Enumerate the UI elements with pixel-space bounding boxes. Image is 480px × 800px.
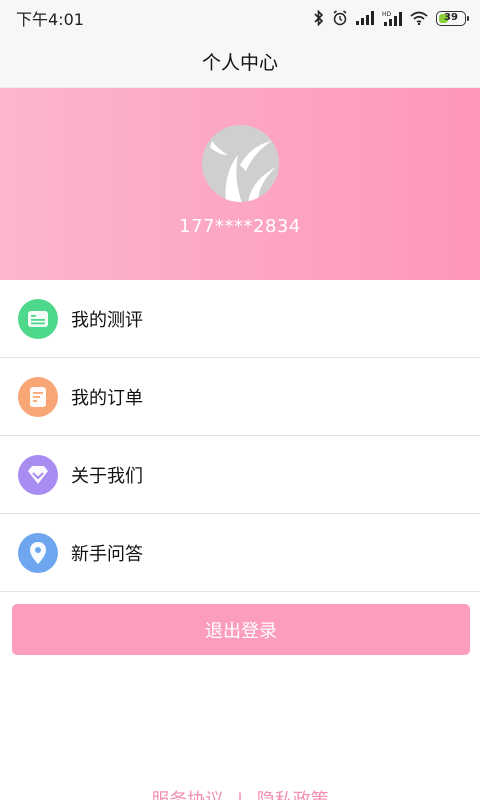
status-icons: HD 39 (314, 10, 469, 26)
status-bar: 下午4:01 HD 39 (0, 0, 480, 36)
privacy-policy-link[interactable]: 隐私政策 (257, 786, 329, 800)
bluetooth-icon (314, 10, 324, 26)
user-phone: 177****2834 (179, 216, 301, 237)
title-bar: 个人中心 (0, 36, 480, 88)
order-icon (18, 376, 58, 417)
leaf-logo-icon (202, 141, 279, 202)
menu-list: 我的测评 我的订单 关于我们 新手问答 (0, 280, 480, 592)
diamond-icon (18, 454, 58, 495)
status-time: 下午4:01 (16, 10, 84, 29)
wifi-icon (410, 11, 428, 25)
menu-label-orders: 我的订单 (71, 387, 143, 409)
menu-label-faq: 新手问答 (71, 543, 143, 565)
menu-item-faq[interactable]: 新手问答 (0, 514, 480, 592)
logout-button[interactable]: 退出登录 (12, 604, 470, 655)
alarm-icon (332, 10, 348, 26)
menu-item-orders[interactable]: 我的订单 (0, 358, 480, 436)
menu-label-evaluation: 我的测评 (71, 309, 143, 331)
footer-links: 服务协议 | 隐私政策 (0, 786, 480, 800)
page-title: 个人中心 (201, 52, 278, 74)
avatar[interactable] (202, 125, 279, 202)
evaluation-icon (18, 298, 58, 339)
battery-icon: 39 (436, 10, 469, 26)
menu-item-evaluation[interactable]: 我的测评 (0, 280, 480, 358)
profile-header: 177****2834 (0, 88, 480, 280)
signal-icon (356, 11, 374, 25)
battery-level: 39 (444, 12, 458, 23)
hd-signal-icon: HD (382, 10, 402, 26)
svg-text:HD: HD (382, 11, 392, 18)
location-pin-icon (18, 532, 58, 573)
menu-label-about: 关于我们 (71, 465, 143, 487)
footer-separator: | (237, 790, 243, 800)
menu-item-about[interactable]: 关于我们 (0, 436, 480, 514)
service-agreement-link[interactable]: 服务协议 (151, 786, 223, 800)
